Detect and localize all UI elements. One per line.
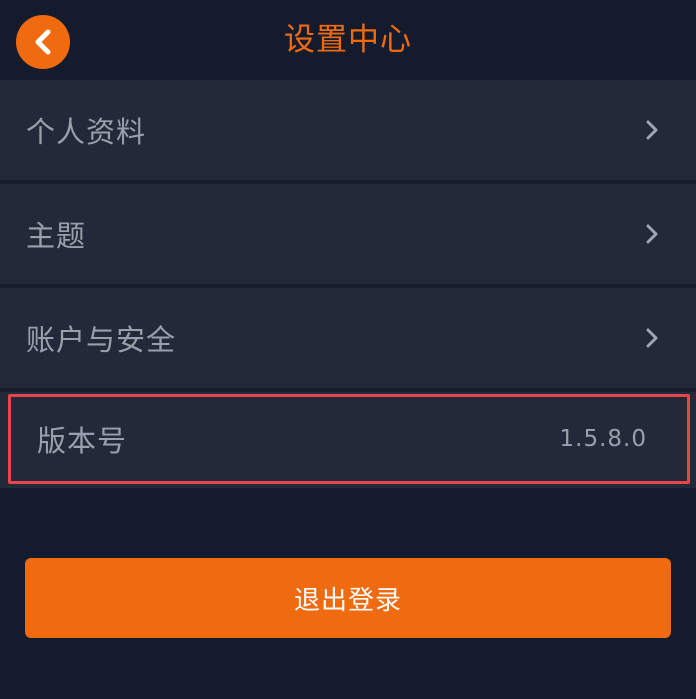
logout-button[interactable]: 退出登录 [25,558,671,638]
chevron-right-icon [646,120,658,140]
header: 设置中心 [0,0,696,80]
version-value: 1.5.8.0 [559,426,647,452]
settings-item-label: 账户与安全 [26,323,177,357]
version-highlight-box: 版本号 1.5.8.0 [8,394,690,484]
chevron-right-icon [646,224,658,244]
settings-item-label: 个人资料 [26,115,147,149]
version-label: 版本号 [37,424,128,458]
settings-list: 个人资料 主题 账户与安全 [0,80,696,392]
version-row: 版本号 1.5.8.0 [0,392,696,488]
chevron-right-icon [646,328,658,348]
settings-item-label: 主题 [26,219,87,253]
logout-label: 退出登录 [293,585,402,616]
settings-item-account-security[interactable]: 账户与安全 [0,288,696,392]
settings-item-theme[interactable]: 主题 [0,184,696,288]
page-title: 设置中心 [284,22,412,58]
settings-item-profile[interactable]: 个人资料 [0,80,696,184]
